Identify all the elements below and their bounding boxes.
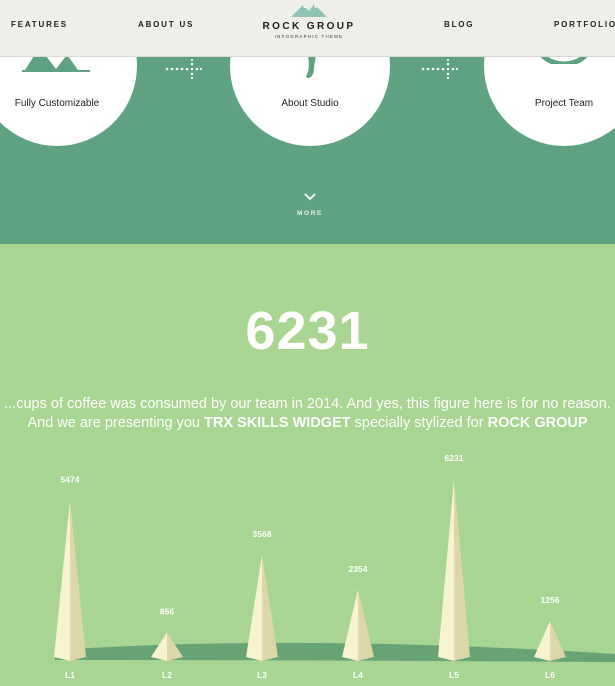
- category-label: L2: [162, 670, 172, 680]
- cone-bar-shade: [454, 479, 470, 661]
- cone-bar: [54, 500, 70, 661]
- skills-section: 6231 ...cups of coffee was consumed by o…: [0, 244, 615, 686]
- cone-bar: [534, 621, 550, 661]
- circle-label: About Studio: [281, 98, 339, 109]
- more-button[interactable]: MORE: [287, 188, 333, 217]
- category-label: L4: [353, 670, 363, 680]
- ground-shadow: [55, 642, 615, 662]
- nav-about-us[interactable]: ABOUT US: [138, 20, 194, 29]
- category-label: L1: [65, 670, 75, 680]
- chevron-down-icon: [304, 193, 316, 201]
- more-label: MORE: [297, 210, 323, 217]
- hero-section: Fully Customizable About Studio Project …: [0, 56, 615, 244]
- widget-name: TRX SKILLS WIDGET: [204, 415, 351, 431]
- mountain-logo-icon: [291, 4, 327, 17]
- nav-blog[interactable]: BLOG: [444, 20, 474, 29]
- value-label: 856: [160, 607, 174, 617]
- nav-features[interactable]: FEATURES: [11, 20, 68, 29]
- description-line-2: And we are presenting you TRX SKILLS WID…: [0, 415, 615, 431]
- feature-circle-team[interactable]: Project Team: [484, 56, 615, 146]
- nav-portfolio[interactable]: PORTFOLIO: [554, 20, 615, 29]
- skills-cone-chart: 5474 L1 856 L2 3568 L3 2354 L4 6231 L5 1256 L6: [54, 453, 615, 680]
- cone-bar-shade: [262, 555, 278, 661]
- desc-text: And we are presenting you: [27, 415, 204, 431]
- category-label: L3: [257, 670, 267, 680]
- top-navigation: FEATURES ABOUT US ROCK GROUP INFOGRAPHIC…: [0, 0, 615, 57]
- logo-subtitle: INFOGRAPHIC THEME: [274, 34, 344, 39]
- dots-arrow-icon: [421, 59, 459, 80]
- circle-label: Fully Customizable: [14, 98, 100, 109]
- cone-bar: [342, 589, 358, 661]
- category-label: L6: [545, 670, 555, 680]
- cone-bar-shade: [550, 621, 566, 661]
- cone-bar-shade: [70, 500, 86, 661]
- value-label: 6231: [445, 453, 464, 463]
- cone-bar-shade: [358, 589, 374, 661]
- value-label: 3568: [253, 529, 272, 539]
- pen-icon: [306, 56, 316, 79]
- value-label: 1256: [541, 595, 560, 605]
- big-counter: 6231: [245, 301, 370, 361]
- logo[interactable]: ROCK GROUP INFOGRAPHIC THEME: [250, 2, 368, 52]
- logo-title: ROCK GROUP: [262, 21, 356, 32]
- description-line-1: ...cups of coffee was consumed by our te…: [4, 396, 611, 412]
- dots-arrow-icon: [165, 59, 203, 80]
- feature-circle-customizable[interactable]: Fully Customizable: [0, 56, 137, 146]
- category-label: L5: [449, 670, 459, 680]
- letter-a-icon: [22, 56, 90, 72]
- cone-bar: [246, 555, 262, 661]
- value-label: 2354: [349, 564, 368, 574]
- feature-circle-studio[interactable]: About Studio: [230, 56, 390, 146]
- circle-label: Project Team: [534, 98, 594, 109]
- cone-bar: [438, 479, 454, 661]
- desc-text: specially stylized for: [350, 415, 488, 431]
- ring-icon: [539, 56, 589, 64]
- value-label: 5474: [61, 475, 80, 485]
- brand-name: ROCK GROUP: [487, 415, 588, 431]
